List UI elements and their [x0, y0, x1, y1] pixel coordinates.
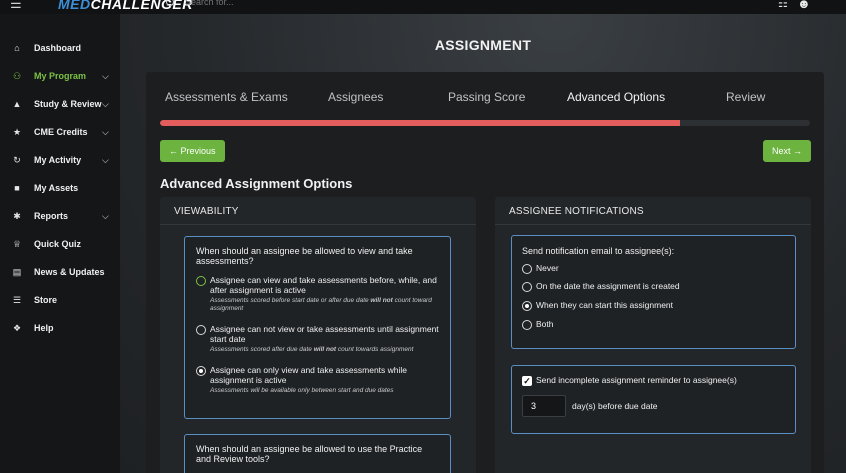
sidebar-item-label: CME Credits — [34, 127, 88, 137]
sidebar-item-my-program[interactable]: ⚇ My Program ⌵ — [0, 64, 120, 88]
sidebar-item-label: My Assets — [34, 183, 79, 193]
sidebar-item-quick-quiz[interactable]: ♕ Quick Quiz — [0, 232, 120, 256]
view-option-not-until-start[interactable]: Assignee can not view or take assessment… — [196, 324, 446, 357]
newspaper-icon: ▤ — [12, 266, 22, 277]
step-passing-score[interactable]: Passing Score — [448, 90, 525, 104]
sidebar: ⌂ Dashboard ⚇ My Program ⌵ ▲ Study & Rev… — [0, 14, 120, 473]
step-assessments-exams[interactable]: Assessments & Exams — [165, 90, 288, 104]
next-button[interactable]: Next → — [763, 140, 812, 162]
assignment-panel: Assessments & Exams Assignees Passing Sc… — [146, 72, 824, 473]
users-icon: ⚇ — [12, 70, 22, 81]
view-take-question-box: When should an assignee be allowed to vi… — [184, 236, 451, 419]
assignee-notifications-card: ASSIGNEE NOTIFICATIONS Send notification… — [495, 197, 811, 473]
radio-button[interactable] — [522, 320, 532, 330]
award-icon: ★ — [12, 126, 22, 137]
sidebar-item-label: News & Updates — [34, 267, 105, 277]
sidebar-item-dashboard[interactable]: ⌂ Dashboard — [0, 36, 120, 60]
section-title: Advanced Assignment Options — [160, 176, 353, 191]
view-option-before-while-after[interactable]: Assignee can view and take assessments b… — [196, 275, 446, 316]
chevron-down-icon[interactable]: ⌵ — [102, 211, 109, 222]
assignee-notifications-header: ASSIGNEE NOTIFICATIONS — [495, 197, 811, 225]
sidebar-item-news-updates[interactable]: ▤ News & Updates — [0, 260, 120, 284]
notification-question: Send notification email to assignee(s): — [522, 246, 675, 256]
cart-icon[interactable]: ☷ — [778, 0, 788, 10]
graduation-cap-icon: ▲ — [12, 99, 22, 109]
progress-bar — [160, 120, 810, 126]
notify-option-when-can-start[interactable]: When they can start this assignment — [522, 300, 782, 313]
view-option-only-while-active[interactable]: Assignee can only view and take assessme… — [196, 365, 446, 398]
radio-button[interactable] — [196, 276, 206, 286]
sidebar-item-label: My Activity — [34, 155, 82, 165]
top-bar: ☰ MEDCHALLENGER ☷ ☻ — [0, 0, 846, 14]
hamburger-menu-icon[interactable]: ☰ — [10, 0, 22, 10]
main-content: ASSIGNMENT Assessments & Exams Assignees… — [120, 14, 846, 473]
chevron-down-icon[interactable]: ⌵ — [102, 155, 109, 166]
dashboard-icon: ⌂ — [14, 43, 20, 53]
radio-button[interactable] — [522, 301, 532, 311]
sidebar-item-my-activity[interactable]: ↻ My Activity ⌵ — [0, 148, 120, 172]
reminder-days-label: day(s) before due date — [572, 401, 658, 411]
reminder-checkbox[interactable]: ✓ — [522, 376, 532, 386]
trophy-icon: ♕ — [12, 238, 22, 249]
sidebar-item-study-review[interactable]: ▲ Study & Review ⌵ — [0, 92, 120, 116]
viewability-card: VIEWABILITY When should an assignee be a… — [160, 197, 476, 473]
sidebar-item-label: Quick Quiz — [34, 239, 82, 249]
step-advanced-options[interactable]: Advanced Options — [567, 90, 665, 104]
progress-bar-fill — [160, 120, 680, 126]
sidebar-item-label: Help — [34, 323, 54, 333]
viewability-header: VIEWABILITY — [160, 197, 476, 225]
option-note: Assessments will be available only betwe… — [210, 387, 394, 394]
sidebar-item-label: My Program — [34, 71, 87, 81]
step-assignees[interactable]: Assignees — [328, 90, 383, 104]
history-icon: ↻ — [13, 154, 21, 165]
previous-button[interactable]: ← Previous — [160, 140, 225, 162]
radio-button[interactable] — [196, 366, 206, 376]
notification-email-box: Send notification email to assignee(s): … — [511, 235, 796, 349]
user-icon[interactable]: ☻ — [797, 0, 811, 11]
sidebar-item-label: Study & Review — [34, 99, 102, 109]
reminder-label: Send incomplete assignment reminder to a… — [536, 375, 737, 385]
notify-option-on-created[interactable]: On the date the assignment is created — [522, 281, 782, 294]
chevron-down-icon[interactable]: ⌵ — [102, 127, 109, 138]
practice-review-question: When should an assignee be allowed to us… — [196, 444, 423, 464]
sidebar-item-reports[interactable]: ✱ Reports ⌵ — [0, 204, 120, 228]
reminder-box: ✓ Send incomplete assignment reminder to… — [511, 365, 796, 434]
view-take-question: When should an assignee be allowed to vi… — [196, 246, 413, 266]
cart-icon: ☰ — [12, 294, 22, 305]
chevron-down-icon[interactable]: ⌵ — [102, 99, 109, 110]
reminder-days-input[interactable] — [522, 395, 566, 417]
sidebar-item-my-assets[interactable]: ■ My Assets — [0, 176, 120, 200]
reports-icon: ✱ — [13, 210, 21, 221]
option-note: Assessments scored before start date or … — [210, 297, 432, 312]
radio-button[interactable] — [196, 325, 206, 335]
notify-option-both[interactable]: Both — [522, 319, 782, 332]
practice-review-question-box: When should an assignee be allowed to us… — [184, 434, 451, 473]
sidebar-item-label: Store — [34, 295, 58, 305]
wizard-steps: Assessments & Exams Assignees Passing Sc… — [146, 90, 824, 104]
sidebar-item-label: Dashboard — [34, 43, 82, 53]
sidebar-item-store[interactable]: ☰ Store — [0, 288, 120, 312]
option-note: Assessments scored after due date will n… — [210, 346, 414, 353]
chevron-down-icon[interactable]: ⌵ — [102, 71, 109, 82]
step-review[interactable]: Review — [726, 90, 765, 104]
help-icon: ❖ — [12, 322, 22, 333]
page-title: ASSIGNMENT — [434, 37, 532, 53]
notify-option-never[interactable]: Never — [522, 263, 782, 276]
sidebar-item-cme-credits[interactable]: ★ CME Credits ⌵ — [0, 120, 120, 144]
radio-button[interactable] — [522, 264, 532, 274]
sidebar-item-help[interactable]: ❖ Help — [0, 316, 120, 340]
folder-icon: ■ — [14, 183, 20, 193]
radio-button[interactable] — [522, 282, 532, 292]
sidebar-item-label: Reports — [34, 211, 69, 221]
search-input[interactable] — [185, 0, 385, 7]
